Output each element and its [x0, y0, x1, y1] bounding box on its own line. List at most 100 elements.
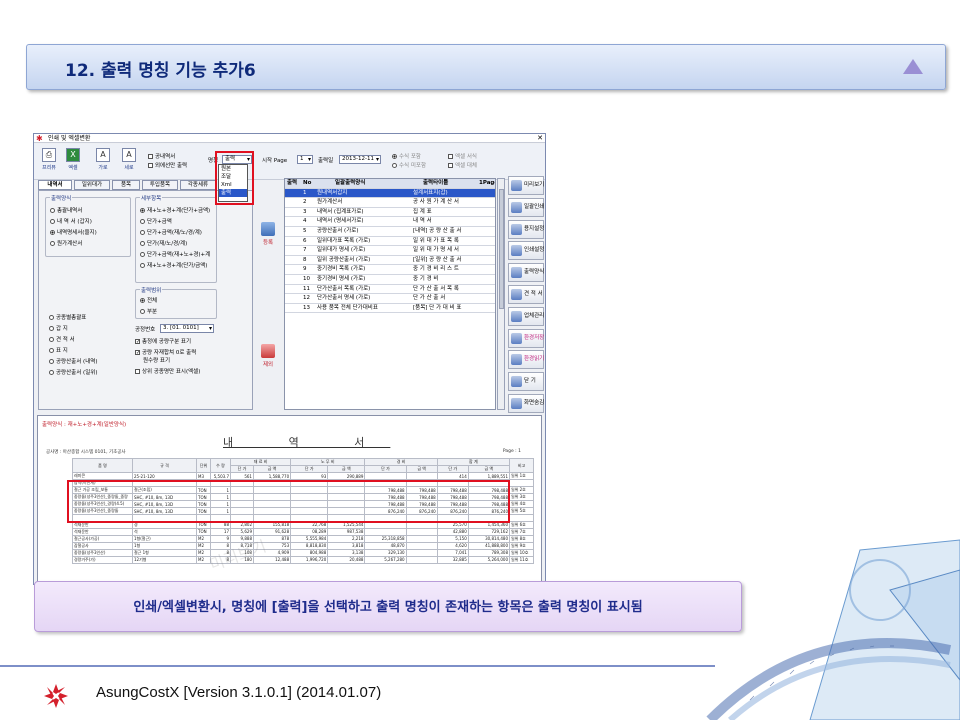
detail-option[interactable]: 단가+금액(재/노/경/계): [140, 228, 202, 236]
report-cell: 5,267,280: [364, 555, 407, 564]
show-process-label: 총정에 공량구분 표기: [142, 339, 192, 345]
preview-btn[interactable]: 미리보기: [508, 176, 544, 195]
button-icon: [511, 223, 522, 235]
detail-option[interactable]: 단가+금액: [140, 217, 172, 225]
save-env-btn[interactable]: 환경저장: [508, 328, 544, 348]
lower-option[interactable]: 공량산출서 (일위): [49, 368, 97, 376]
button-icon: [511, 376, 522, 388]
grid-scrollbar[interactable]: [497, 178, 505, 410]
estimate-btn[interactable]: 견 적 서: [508, 285, 544, 304]
hide-screen-btn[interactable]: 화면숨김: [508, 394, 544, 413]
drafting-tools-decoration: [706, 539, 960, 720]
output-form-option[interactable]: 원가계산서: [50, 239, 82, 247]
report-cell: 경량거주(가): [72, 555, 133, 564]
grid-row[interactable]: ✓5공량산출서 (가로)[내역] 공 량 산 출 서: [285, 227, 495, 237]
range-all-radio[interactable]: 전체: [140, 296, 157, 304]
detail-option[interactable]: 재+노+경+계(단가/금액): [140, 261, 207, 269]
qty-include-radio[interactable]: 수식 포함: [392, 152, 421, 160]
qty-exclude-radio[interactable]: 수식 미포함: [392, 161, 426, 169]
close-btn[interactable]: 닫 기: [508, 372, 544, 392]
lower-option[interactable]: 견 적 서: [49, 335, 75, 343]
grid-row[interactable]: ✓11단가산출서 목록 (가로)단 가 산 출 서 목 록: [285, 285, 495, 295]
grid-row[interactable]: ✓2원가계산서공 사 원 가 계 산 서: [285, 198, 495, 208]
print-date-input[interactable]: 2013-12-11: [339, 155, 381, 164]
report-header: 합 계: [436, 458, 511, 466]
row-title: 중 기 경 비: [413, 276, 439, 282]
vertical-button[interactable]: A 세로: [118, 146, 140, 178]
excel-single-checkbox[interactable]: 엑셀 대체: [448, 161, 477, 169]
exclude-out-checkbox[interactable]: 외에선만 출력: [148, 161, 187, 169]
detail-option[interactable]: 단가+금액(재+노+경)+계: [140, 250, 210, 258]
tab-items[interactable]: 품목: [112, 180, 140, 190]
vertical-label: 세로: [124, 165, 134, 171]
grid-row[interactable]: ✓13사용 품목 전체 단가대비표[품목] 단 가 대 비 표: [285, 304, 495, 314]
detail-form-title: 세부항목: [140, 194, 163, 202]
grid-row[interactable]: ✓7일위대가 명세 (가로)일 위 대 가 명 세 서: [285, 246, 495, 256]
repeat-checkbox[interactable]: ✓ 공량 자재합쳐 0로 출력: [135, 348, 196, 356]
remove-button[interactable]: 제외: [256, 344, 280, 368]
detail-option[interactable]: 재+노+경+계(단가+금액): [140, 206, 210, 214]
tab-input-items[interactable]: 투입품목: [142, 180, 178, 190]
horizontal-button[interactable]: A 가로: [92, 146, 114, 178]
report-cell: [364, 472, 407, 480]
tab-unit-price[interactable]: 일위대가: [74, 180, 110, 190]
grid-row[interactable]: ✓1원내역서갑지설계서표지(갑): [285, 188, 495, 199]
output-form-option[interactable]: 내 역 서 (갑지): [50, 217, 92, 225]
grid-row[interactable]: ✓9중기경비 목록 (가로)중 기 경 비 리 스 트: [285, 265, 495, 275]
lower-option[interactable]: 표 지: [49, 346, 68, 354]
output-form-option[interactable]: 내역명세서(을지): [50, 228, 97, 236]
report-cell: 5,503.7: [210, 472, 231, 480]
report-cell: 일위 7호: [509, 527, 534, 536]
report-row: 중량돌(성주3인산) 철근 1형 M2 8 108 4,909 804,988 3,138 32…: [72, 548, 534, 557]
grid-row[interactable]: ✓6일위대가표 목록 (가로)일 위 대 가 표 목 록: [285, 237, 495, 247]
report-header-row: 품 명 규 격 단위 수 량 재 료 비 노 무 비 경 비 합 계 비고: [72, 458, 534, 473]
show-process-checkbox[interactable]: ✓ 총정에 공량구분 표기: [135, 337, 191, 345]
tab-statement[interactable]: 내역서: [38, 180, 72, 190]
report-cell: 중량돌(성주3인산): [72, 548, 133, 557]
batch-print-btn[interactable]: 일괄인쇄: [508, 197, 544, 217]
scrollbar-thumb[interactable]: [499, 189, 504, 309]
grid-row[interactable]: ✓10중기경비 명세 (가로)중 기 경 비: [285, 275, 495, 285]
doc-meta: 공사명 : 아산종합 시스템 0101, 기초공사: [46, 450, 126, 455]
grid-row[interactable]: ✓12단가산출서 명세 (가로)단 가 산 출 서: [285, 294, 495, 304]
row-title: 일 위 대 가 명 세 서: [413, 247, 459, 254]
remove-icon: [261, 344, 275, 358]
tab-various[interactable]: 각종세류: [180, 180, 216, 190]
output-form-option[interactable]: 총괄내역서: [50, 206, 82, 214]
grid-row[interactable]: ✓8일위 공량산출서 (가로)[일위] 공 량 산 출 서: [285, 256, 495, 266]
excel-icon: X: [66, 148, 80, 162]
start-page-input[interactable]: 1: [297, 155, 313, 164]
grid-row[interactable]: ✓3내역서 (집계표가로)집 계 표: [285, 208, 495, 218]
preview-button[interactable]: ⎙ 프리뷰: [38, 146, 60, 178]
add-button[interactable]: 등록: [256, 222, 280, 246]
repeat-sub-label: 원수량 표기: [143, 358, 171, 364]
report-cell: 48,870: [364, 541, 407, 550]
range-partial-radio[interactable]: 부분: [140, 307, 157, 315]
output-form-btn[interactable]: 출력양식: [508, 263, 544, 283]
lower-option[interactable]: 갑 지: [49, 324, 68, 332]
report-subheader: 금 액: [467, 465, 511, 473]
lower-option[interactable]: 공량산출서 (내역): [49, 357, 97, 365]
print-setup-btn[interactable]: 인쇄설정: [508, 241, 544, 261]
grid-row[interactable]: ✓4내역서 (명세서가로)내 역 서: [285, 217, 495, 227]
excel-button[interactable]: X 엑셀: [62, 146, 84, 178]
toolbar: ⎙ 프리뷰 X 엑셀 A 가로 A 세로 공내역서 외에선만 출력 명칭 출력 …: [34, 144, 545, 180]
show-upper-checkbox[interactable]: 상위 공종명만 표시(엑셀): [135, 367, 200, 375]
paper-setup-btn[interactable]: 용지설정: [508, 219, 544, 239]
window-close-icon[interactable]: ✕: [537, 134, 543, 143]
triangle-up-icon[interactable]: [903, 59, 923, 74]
company-btn[interactable]: 업체관리: [508, 306, 544, 326]
empty-statement-checkbox[interactable]: 공내역서: [148, 152, 175, 160]
lower-option[interactable]: 공종별총괄표: [49, 313, 86, 321]
report-cell: 5,629: [230, 527, 254, 536]
report-cell: 잡철공사: [72, 541, 133, 550]
app-star-icon: ✱: [36, 134, 43, 143]
report-cell: [405, 548, 438, 557]
excel-style-checkbox[interactable]: 엑셀 서식: [448, 152, 477, 160]
load-env-btn[interactable]: 환경읽기: [508, 350, 544, 370]
row-no: 11: [303, 285, 310, 292]
process-no-select[interactable]: 3. [01. 0101]: [160, 324, 214, 333]
report-cell: M3: [196, 472, 211, 480]
detail-option[interactable]: 단가(재/노/경/계): [140, 239, 187, 247]
row-form: 원내역서갑지: [317, 189, 348, 196]
